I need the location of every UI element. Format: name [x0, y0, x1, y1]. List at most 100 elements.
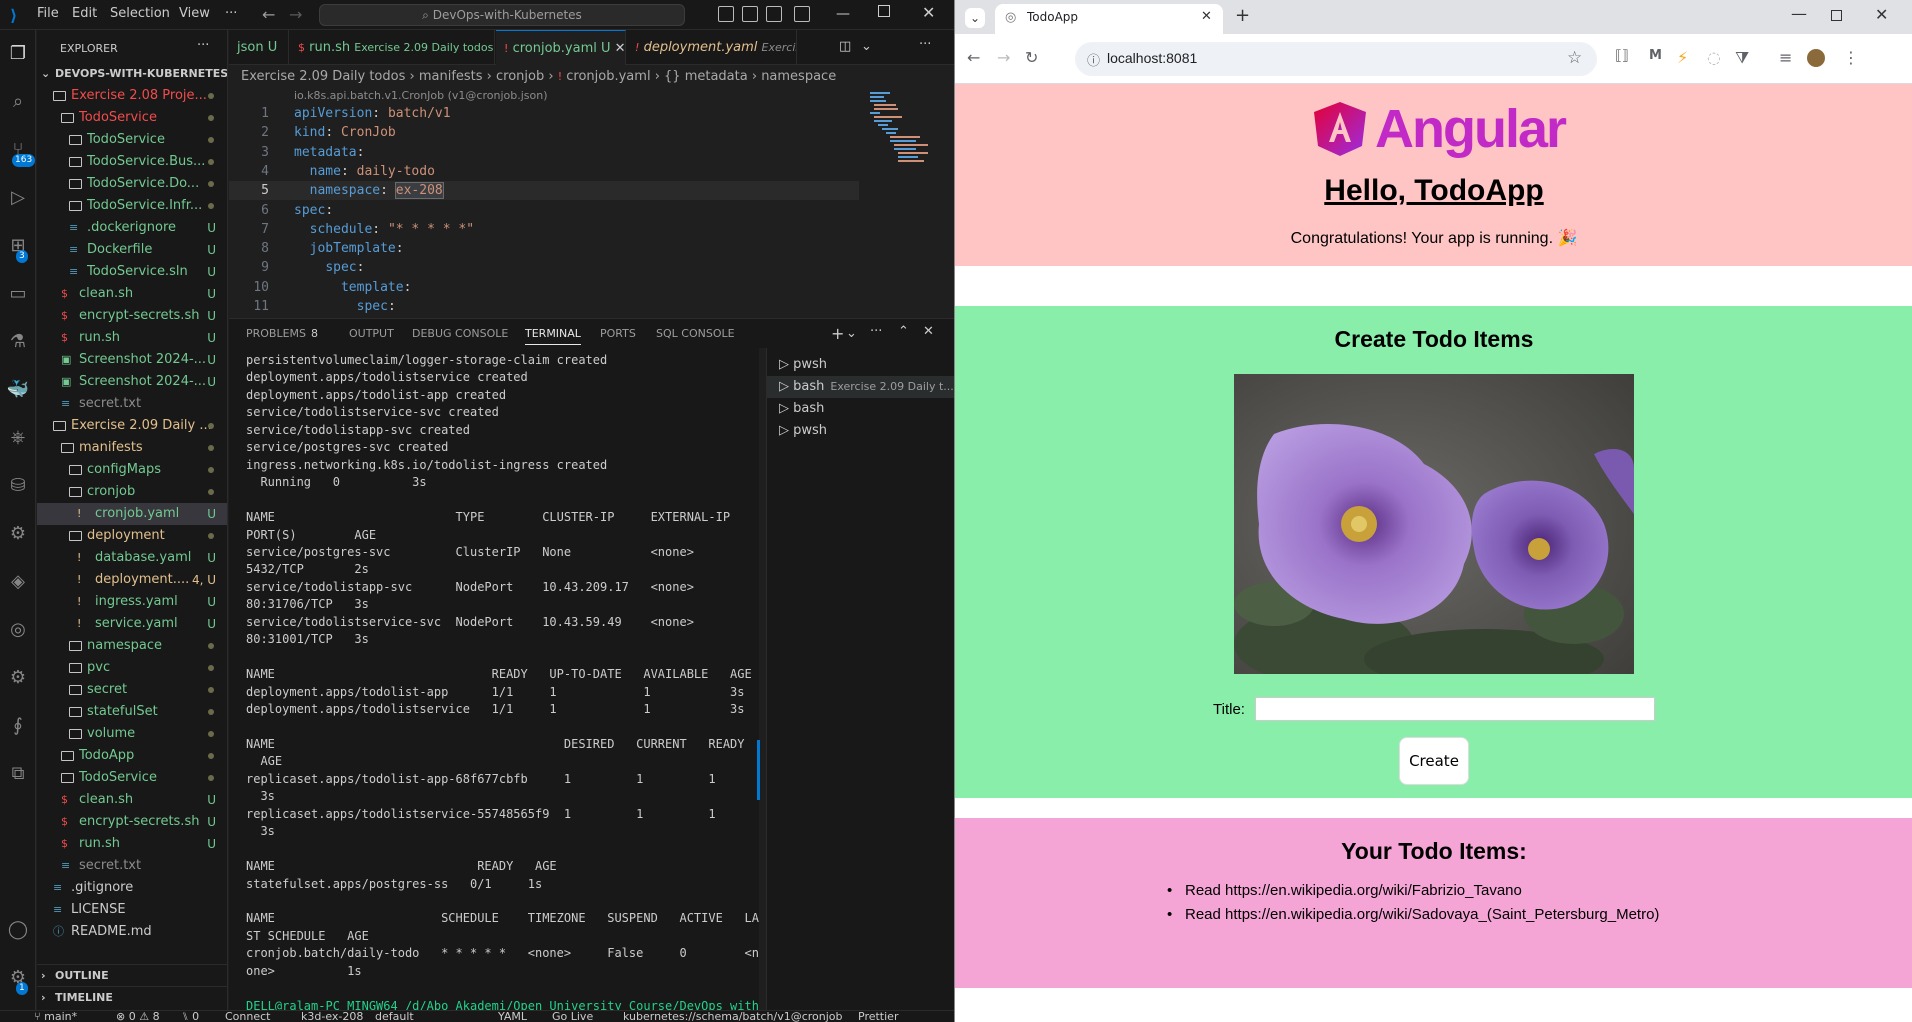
- schema-hint[interactable]: io.k8s.api.batch.v1.CronJob (v1@cronjob.…: [294, 89, 548, 102]
- tree-file[interactable]: $ clean.sh U: [37, 283, 227, 305]
- terminal-scrollbar[interactable]: [757, 740, 760, 800]
- remote-explorer-icon[interactable]: ▭: [6, 282, 30, 306]
- gitlens-icon[interactable]: ◈: [6, 570, 30, 594]
- docker-icon[interactable]: 🐳: [6, 378, 30, 402]
- tree-folder[interactable]: TodoService: [37, 107, 227, 129]
- extension-compass-icon[interactable]: ◌: [1707, 48, 1721, 67]
- run-debug-icon[interactable]: ▷: [6, 186, 30, 210]
- nav-forward-icon[interactable]: →: [289, 5, 302, 24]
- accounts-icon[interactable]: ◯: [6, 918, 30, 942]
- breadcrumb-item[interactable]: {} metadata: [664, 69, 748, 84]
- tree-folder[interactable]: TodoApp: [37, 745, 227, 767]
- timeline-section[interactable]: › TIMELINE: [37, 986, 227, 1008]
- tree-file[interactable]: ≡ secret.txt: [37, 393, 227, 415]
- tree-file[interactable]: ≡ .gitignore: [37, 877, 227, 899]
- close-window-icon[interactable]: ✕: [1875, 5, 1888, 24]
- browser-tab-todoapp[interactable]: ◎ TodoApp ✕: [995, 4, 1223, 34]
- extension-m-icon[interactable]: M: [1649, 48, 1662, 63]
- problems-status[interactable]: ⊗ 0 ⚠ 8: [116, 1011, 160, 1022]
- tree-folder[interactable]: configMaps: [37, 459, 227, 481]
- media-control-icon[interactable]: ≡: [1779, 48, 1792, 67]
- menu-file[interactable]: File: [37, 6, 59, 21]
- reload-icon[interactable]: ↻: [1025, 48, 1038, 67]
- maximize-panel-icon[interactable]: ⌃: [898, 324, 909, 339]
- close-tab-icon[interactable]: ✕: [1201, 9, 1212, 24]
- toggle-primary-sidebar-icon[interactable]: [718, 6, 734, 22]
- tree-folder[interactable]: pvc: [37, 657, 227, 679]
- tree-folder[interactable]: TodoService.Bus...: [37, 151, 227, 173]
- toggle-panel-icon[interactable]: [742, 6, 758, 22]
- extensions-puzzle-icon[interactable]: ⧩: [1735, 48, 1749, 68]
- schema-status[interactable]: kubernetes://schema/batch/v1@cronjob: [623, 1011, 843, 1022]
- testing-icon[interactable]: ⚗: [6, 330, 30, 354]
- workspace-root[interactable]: ⌄ DEVOPS-WITH-KUBERNETES: [37, 63, 227, 85]
- tab-problems[interactable]: PROBLEMS: [246, 327, 306, 340]
- terminal-output[interactable]: persistentvolumeclaim/logger-storage-cla…: [229, 348, 759, 1010]
- menu-more[interactable]: ···: [225, 6, 237, 21]
- graph-icon[interactable]: ⚙: [6, 522, 30, 546]
- split-editor-icon[interactable]: ◫: [839, 39, 851, 54]
- tree-folder[interactable]: volume: [37, 723, 227, 745]
- tree-file[interactable]: $ run.sh U: [37, 327, 227, 349]
- minimize-icon[interactable]: —: [1791, 4, 1807, 23]
- new-terminal-icon[interactable]: +: [831, 324, 844, 343]
- terminal-instance[interactable]: ▷ bash: [767, 398, 954, 420]
- tree-folder[interactable]: TodoService: [37, 129, 227, 151]
- tree-file[interactable]: ! deployment.... 4, U: [37, 569, 227, 591]
- tree-file[interactable]: ▣ Screenshot 2024-... U: [37, 349, 227, 371]
- kubernetes-icon[interactable]: ⎈: [6, 426, 30, 450]
- tree-folder[interactable]: Exercise 2.09 Daily ...: [37, 415, 227, 437]
- prettier-status[interactable]: Prettier: [858, 1011, 898, 1022]
- menu-edit[interactable]: Edit: [72, 6, 97, 21]
- tree-file[interactable]: ! cronjob.yaml U: [37, 503, 227, 525]
- tab-terminal[interactable]: TERMINAL: [525, 327, 581, 345]
- tab-cronjob-yaml[interactable]: ! cronjob.yaml U ✕: [496, 30, 626, 65]
- close-panel-icon[interactable]: ✕: [923, 324, 934, 339]
- maximize-icon[interactable]: [878, 5, 890, 17]
- tab-run-sh[interactable]: $ run.sh Exercise 2.09 Daily todos U: [290, 30, 495, 65]
- tree-folder[interactable]: deployment: [37, 525, 227, 547]
- code-editor[interactable]: 1 apiVersion: batch/v1 2 kind: CronJob 3 meta…: [229, 104, 859, 314]
- create-button[interactable]: Create: [1399, 737, 1469, 785]
- database-icon[interactable]: ⛁: [6, 474, 30, 498]
- explorer-icon[interactable]: ❐: [6, 42, 30, 66]
- tree-folder[interactable]: manifests: [37, 437, 227, 459]
- nav-back-icon[interactable]: ←: [262, 5, 275, 24]
- customize-layout-icon[interactable]: [794, 6, 810, 22]
- tree-folder[interactable]: Exercise 2.08 Proje...: [37, 85, 227, 107]
- live-share-icon[interactable]: ◎: [6, 618, 30, 642]
- python-icon[interactable]: ∮: [6, 714, 30, 738]
- extension-lightning-icon[interactable]: ⚡: [1677, 48, 1688, 67]
- menu-view[interactable]: View: [179, 6, 210, 21]
- tree-folder[interactable]: cronjob: [37, 481, 227, 503]
- minimize-icon[interactable]: —: [836, 6, 850, 22]
- address-bar[interactable]: ⓘ localhost:8081 ☆: [1075, 42, 1597, 76]
- k8s-context-status[interactable]: k3d-ex-208: [301, 1011, 363, 1022]
- tree-file[interactable]: $ encrypt-secrets.sh U: [37, 305, 227, 327]
- terminal-instance[interactable]: ▷ bash Exercise 2.09 Daily t...: [767, 376, 954, 398]
- terminal-instance[interactable]: ▷ pwsh: [767, 420, 954, 442]
- new-tab-icon[interactable]: +: [1235, 5, 1250, 26]
- back-icon[interactable]: ←: [967, 48, 980, 67]
- tree-folder[interactable]: secret: [37, 679, 227, 701]
- tab-json[interactable]: json U: [229, 30, 289, 65]
- tree-file[interactable]: ≡ LICENSE: [37, 899, 227, 921]
- menu-selection[interactable]: Selection: [110, 6, 170, 21]
- bookmark-star-icon[interactable]: ☆: [1567, 48, 1582, 68]
- tree-folder[interactable]: TodoService: [37, 767, 227, 789]
- breadcrumb-item[interactable]: cronjob.yaml: [566, 69, 650, 84]
- tree-file[interactable]: ≡ .dockerignore U: [37, 217, 227, 239]
- extension-icon[interactable]: ⟦⟧: [1615, 48, 1629, 64]
- tree-file[interactable]: $ run.sh U: [37, 833, 227, 855]
- maximize-icon[interactable]: [1831, 10, 1842, 21]
- chevron-down-icon[interactable]: ⌄: [846, 326, 857, 341]
- terminal-instance[interactable]: ▷ pwsh: [767, 354, 954, 376]
- settings-sync-icon[interactable]: ⚙: [6, 666, 30, 690]
- tree-file[interactable]: $ clean.sh U: [37, 789, 227, 811]
- tab-sql-console[interactable]: SQL CONSOLE: [656, 327, 735, 340]
- profile-avatar[interactable]: [1807, 49, 1825, 67]
- close-icon[interactable]: ✕: [922, 3, 935, 22]
- tree-folder[interactable]: TodoService.Do...: [37, 173, 227, 195]
- panel-more-icon[interactable]: ···: [870, 324, 882, 339]
- tree-folder[interactable]: namespace: [37, 635, 227, 657]
